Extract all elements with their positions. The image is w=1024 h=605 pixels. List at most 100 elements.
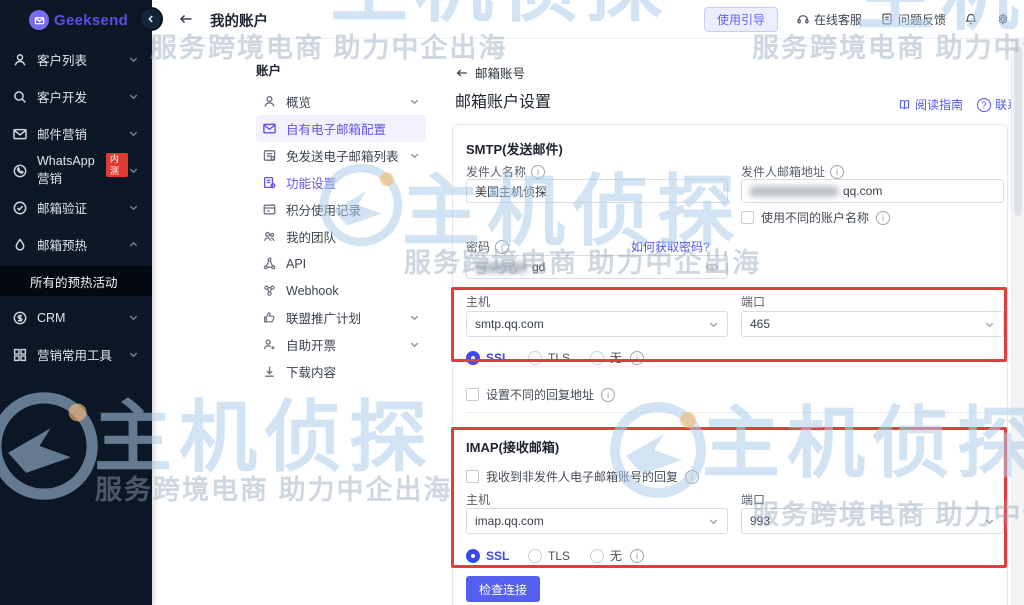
nav-item-feature-settings[interactable]: 功能设置: [256, 169, 426, 196]
usage-guide-button[interactable]: 使用引导: [704, 7, 778, 32]
chevron-down-icon: [708, 516, 719, 527]
imap-host-select[interactable]: imap.qq.com: [466, 508, 728, 534]
radio-label: 无: [610, 349, 622, 366]
radio-dot: [528, 351, 542, 365]
radio-none[interactable]: 无: [590, 349, 622, 366]
team-icon: [262, 229, 277, 244]
imap-port-select[interactable]: 993: [741, 508, 1004, 534]
nav-item-webhook[interactable]: Webhook: [256, 277, 426, 304]
watermark-tagline: 服务跨境电商 助力中企出海: [752, 35, 1024, 62]
sidebar-item-marketing-tools[interactable]: 营销常用工具: [0, 336, 152, 373]
info-icon[interactable]: [531, 165, 545, 179]
back-arrow-icon[interactable]: [178, 11, 194, 27]
sender-name-input[interactable]: 美国主机侦探: [466, 179, 728, 203]
chevron-up-icon: [128, 239, 139, 250]
radio-none[interactable]: 无: [590, 547, 622, 564]
whatsapp-icon: [12, 163, 28, 179]
smtp-host-select[interactable]: smtp.qq.com: [466, 311, 728, 337]
sidebar-collapse-button[interactable]: [139, 7, 163, 31]
nav-item-overview[interactable]: 概览: [256, 88, 426, 115]
info-icon[interactable]: [830, 165, 844, 179]
sidebar-item-customer-list[interactable]: 客户列表: [0, 41, 152, 78]
nav-item-label: 免发送电子邮箱列表: [286, 146, 399, 165]
thumbs-up-icon: [262, 310, 277, 325]
main-sidebar: Geeksend 客户列表 客户开发 邮件营销 WhatsApp营销内测: [0, 0, 152, 605]
check-connection-button[interactable]: 检查连接: [466, 576, 540, 602]
info-icon[interactable]: [601, 388, 615, 402]
nav-item-self-invoice[interactable]: 自助开票: [256, 331, 426, 358]
brand-logo[interactable]: Geeksend: [0, 0, 152, 30]
sidebar-item-label: CRM: [37, 311, 65, 325]
sidebar-item-email-marketing[interactable]: 邮件营销: [0, 115, 152, 152]
sidebar-item-email-verification[interactable]: 邮箱验证: [0, 189, 152, 226]
webhook-icon: [262, 283, 277, 298]
document-icon: [880, 12, 894, 26]
nav-item-label: 自助开票: [286, 335, 336, 354]
reply-address-checkbox[interactable]: [466, 388, 479, 401]
imap-section-heading: IMAP(接收邮箱): [466, 437, 559, 456]
radio-tls[interactable]: TLS: [528, 549, 580, 563]
read-guide-link[interactable]: 阅读指南: [898, 96, 963, 113]
non-sender-reply-checkbox[interactable]: [466, 470, 479, 483]
sidebar-subitem-all-warmup-campaigns[interactable]: 所有的预热活动: [0, 266, 152, 296]
info-icon[interactable]: [876, 211, 890, 225]
sidebar-item-whatsapp-marketing[interactable]: WhatsApp营销内测: [0, 152, 152, 189]
back-to-email-accounts[interactable]: 邮箱账号: [455, 63, 525, 82]
sidebar-item-label: 邮箱预热: [37, 235, 87, 254]
non-sender-reply-label: 我收到非发件人电子邮箱账号的回复: [486, 468, 678, 485]
sender-email-visible-text: qq.com: [843, 184, 882, 198]
nav-item-own-email-config[interactable]: 自有电子邮箱配置: [256, 115, 426, 142]
sidebar-item-email-warmup[interactable]: 邮箱预热: [0, 226, 152, 263]
info-icon[interactable]: [630, 549, 644, 563]
sender-email-label: 发件人邮箱地址: [741, 163, 844, 180]
dollar-circle-icon: [12, 310, 28, 326]
bell-icon[interactable]: [964, 12, 978, 26]
online-service-link[interactable]: 在线客服: [796, 11, 862, 28]
info-icon[interactable]: [495, 240, 509, 254]
masked-email-prefix: [750, 186, 838, 197]
how-to-get-password-link[interactable]: 如何获取密码?: [631, 238, 710, 255]
scrollbar-track[interactable]: [1011, 38, 1024, 605]
brand-logo-icon: [29, 10, 49, 30]
user-plus-icon: [262, 337, 277, 352]
nav-item-affiliate-program[interactable]: 联盟推广计划: [256, 304, 426, 331]
api-nodes-icon: [262, 256, 277, 271]
scrollbar-thumb[interactable]: [1014, 46, 1022, 216]
radio-tls[interactable]: TLS: [528, 351, 580, 365]
info-icon[interactable]: [685, 470, 699, 484]
smtp-port-select[interactable]: 465: [741, 311, 1004, 337]
nav-item-label: 下载内容: [286, 362, 336, 381]
gear-icon[interactable]: [996, 12, 1010, 26]
mail-list-icon: [262, 148, 277, 163]
nav-item-my-team[interactable]: 我的团队: [256, 223, 426, 250]
nav-item-label: 概览: [286, 92, 311, 111]
nav-item-credit-records[interactable]: 积分使用记录: [256, 196, 426, 223]
different-account-checkbox-row: 使用不同的账户名称: [741, 209, 890, 226]
imap-host-label: 主机: [466, 491, 490, 508]
sidebar-item-label: WhatsApp营销: [37, 154, 102, 187]
top-bar: 我的账户 使用引导 在线客服 问题反馈: [152, 0, 1024, 39]
account-nav: 账户 概览 自有电子邮箱配置 免发送电子邮箱列表 功能设置 积分使用记录 我的团…: [256, 60, 426, 385]
feedback-link[interactable]: 问题反馈: [880, 11, 946, 28]
radio-ssl[interactable]: SSL: [466, 351, 518, 365]
nav-item-downloads[interactable]: 下载内容: [256, 358, 426, 385]
sidebar-item-crm[interactable]: CRM: [0, 299, 152, 336]
nav-item-free-email-list[interactable]: 免发送电子邮箱列表: [256, 142, 426, 169]
sender-email-input[interactable]: qq.com: [741, 179, 1004, 203]
different-account-checkbox[interactable]: [741, 211, 754, 224]
user-icon: [262, 94, 277, 109]
section-divider: [466, 412, 995, 413]
sidebar-item-customer-development[interactable]: 客户开发: [0, 78, 152, 115]
info-icon[interactable]: [630, 351, 644, 365]
chevron-down-icon: [409, 150, 420, 161]
nav-item-label: 自有电子邮箱配置: [286, 119, 386, 138]
nav-item-api[interactable]: API: [256, 250, 426, 277]
sidebar-item-label: 邮件营销: [37, 124, 87, 143]
flame-icon: [12, 237, 28, 253]
chevron-down-icon: [128, 202, 139, 213]
chevron-down-icon: [409, 96, 420, 107]
radio-ssl[interactable]: SSL: [466, 549, 518, 563]
eye-icon[interactable]: [705, 260, 719, 274]
chevron-down-icon: [128, 91, 139, 102]
password-input[interactable]: gd: [466, 255, 728, 279]
